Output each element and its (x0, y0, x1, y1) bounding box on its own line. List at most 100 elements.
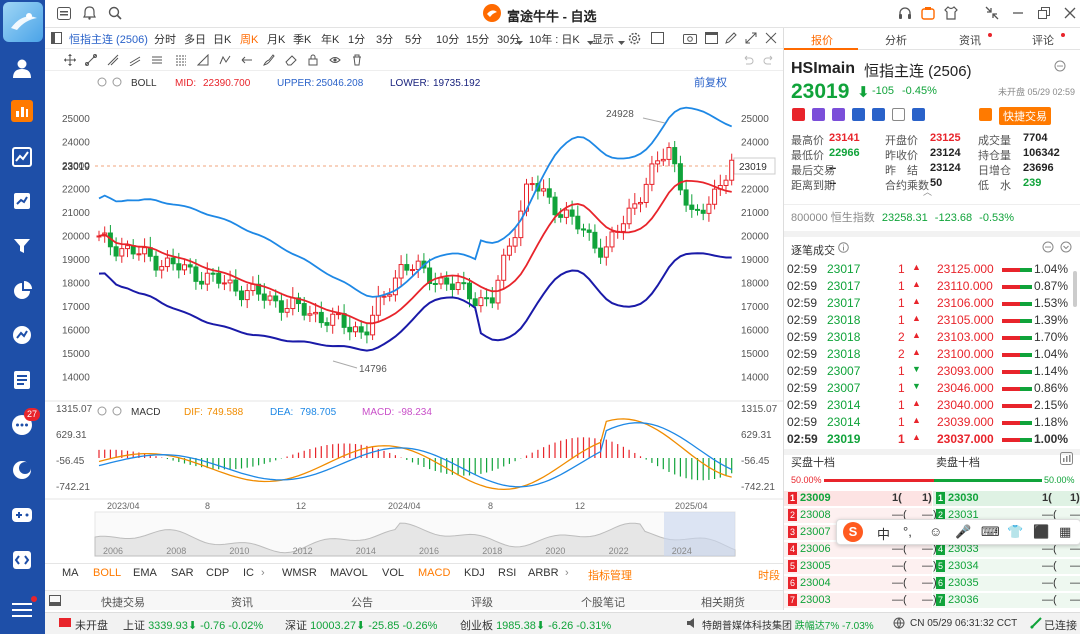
book-row[interactable]: 523005—(—)523034—(—) (784, 558, 1080, 575)
quote-tab-0[interactable]: 报价 (811, 32, 833, 48)
game-icon[interactable] (9, 502, 35, 528)
kline-chart[interactable]: BOLL MID: 22390.700 UPPER: 25046.208 LOW… (45, 71, 783, 561)
info-tab-1[interactable]: 资讯 (231, 594, 253, 610)
info-tab-2[interactable]: 公告 (351, 594, 373, 610)
ime-emoji-icon[interactable]: ☺ (929, 524, 942, 539)
indicator-sub-1[interactable]: MAVOL (330, 567, 368, 579)
cy-index[interactable]: 创业板 1985.38⬇ -6.26 -0.31% (460, 617, 611, 633)
tag-icon[interactable] (852, 108, 865, 121)
period-tab-11[interactable]: 15分 (466, 31, 489, 47)
indicator-main-2[interactable]: EMA (133, 567, 157, 579)
ticks-chevron-icon[interactable] (1060, 241, 1072, 256)
ime-keyboard-icon[interactable]: ⌨ (981, 524, 1000, 540)
indicator-manage[interactable]: 指标管理 (588, 567, 632, 583)
period-tab-4[interactable]: 月K (267, 31, 285, 47)
ime-punct-icon[interactable]: °, (903, 524, 912, 539)
news-icon[interactable] (9, 367, 35, 393)
delete-tool-icon[interactable] (351, 54, 363, 69)
indicator-main-5[interactable]: IC (243, 567, 254, 579)
undo-icon[interactable] (742, 54, 754, 69)
analysis-icon[interactable] (9, 322, 35, 348)
camera-icon[interactable] (683, 32, 697, 47)
skin-icon[interactable] (944, 6, 958, 23)
book-row[interactable]: 723003—(—)723036—(—) (784, 592, 1080, 609)
indicator-sub-4[interactable]: KDJ (464, 567, 485, 579)
ticks-info-icon[interactable] (838, 242, 849, 256)
pattern-tool-icon[interactable] (219, 54, 231, 69)
panel-toggle-icon[interactable] (51, 32, 62, 47)
display-dropdown-icon[interactable] (618, 36, 625, 48)
pie-chart-icon[interactable] (9, 278, 35, 304)
period-tab-10[interactable]: 10分 (436, 31, 459, 47)
indicator-main-next-icon[interactable]: › (261, 567, 265, 579)
indicator-sub-5[interactable]: RSI (498, 567, 516, 579)
period-tab-3[interactable]: 周K (240, 31, 258, 47)
info-tab-5[interactable]: 相关期货 (701, 594, 745, 610)
collapse-icon[interactable] (765, 32, 777, 47)
indicator-time[interactable]: 时段 (758, 567, 780, 583)
redo-icon[interactable] (763, 54, 775, 69)
indicator-sub-3[interactable]: MACD (418, 567, 450, 579)
indicator-sub-next-icon[interactable]: › (565, 567, 569, 579)
book-row[interactable]: 623004—(—)623035—(—) (784, 575, 1080, 592)
market-chart-icon[interactable] (9, 144, 35, 170)
ticks-more-icon[interactable] (1042, 241, 1054, 256)
more-icon[interactable] (1054, 60, 1066, 75)
user-icon[interactable] (9, 55, 35, 81)
search-icon[interactable] (108, 6, 122, 23)
pen-icon[interactable] (725, 32, 737, 47)
info-tab-4[interactable]: 个股笔记 (581, 594, 625, 610)
indicator-main-0[interactable]: MA (62, 567, 79, 579)
period-tab-9[interactable]: 5分 (405, 31, 422, 47)
period-tab-5[interactable]: 季K (293, 31, 311, 47)
period-tab-1[interactable]: 多日 (184, 31, 206, 47)
expand-icon[interactable] (745, 32, 757, 47)
indicator-sub-0[interactable]: WMSR (282, 567, 317, 579)
line-tool-icon[interactable] (85, 54, 97, 69)
ime-voice-icon[interactable]: 🎤 (955, 524, 971, 540)
period-more-dropdown-icon[interactable] (516, 36, 523, 48)
move-tool-icon[interactable] (63, 54, 77, 69)
indicator-sub-6[interactable]: ARBR (528, 567, 559, 579)
indicator-main-1[interactable]: BOLL (93, 567, 121, 579)
range-select[interactable]: 10年 : 日K (529, 31, 580, 47)
shrink-icon[interactable] (985, 6, 999, 23)
code-icon[interactable] (9, 547, 35, 573)
arrow-tool-icon[interactable] (241, 54, 253, 69)
chart-canvas[interactable]: BOLL MID: 22390.700 UPPER: 25046.208 LOW… (45, 71, 783, 561)
quote-tab-1[interactable]: 分析 (885, 32, 907, 48)
trade-icon[interactable] (9, 188, 35, 214)
ray-tool-icon[interactable] (107, 54, 119, 69)
bell-icon[interactable] (83, 6, 96, 23)
book-settings-icon[interactable] (1060, 452, 1073, 468)
sz-index[interactable]: 深证 10003.27⬇ -25.85 -0.26% (285, 617, 437, 633)
moon-icon[interactable] (9, 457, 35, 483)
layout-icon[interactable] (651, 32, 664, 47)
panel-collapse-icon[interactable] (49, 595, 61, 609)
alert-bell-icon[interactable] (979, 108, 992, 121)
wallet-icon[interactable] (921, 6, 935, 23)
quick-trade-button[interactable]: 快捷交易 (999, 107, 1051, 125)
index-row[interactable]: 800000 恒生指数 23258.31 -123.68 -0.53% (791, 209, 1014, 225)
headset-icon[interactable] (898, 6, 912, 23)
lock-tool-icon[interactable] (307, 54, 319, 69)
ime-chinese-icon[interactable]: 中 (877, 524, 890, 543)
app-logo[interactable] (3, 2, 43, 42)
period-tab-2[interactable]: 日K (213, 31, 231, 47)
window-icon[interactable] (705, 32, 718, 47)
display-select[interactable]: 显示 (592, 31, 614, 47)
news-ticker[interactable]: 特朗普媒体科技集团 跌幅达7% -7.03% (702, 617, 874, 632)
lightning-icon[interactable] (812, 108, 825, 121)
doc-icon[interactable] (892, 108, 905, 121)
info-tab-0[interactable]: 快捷交易 (101, 594, 145, 610)
chat-icon[interactable] (872, 108, 885, 121)
measure-tool-icon[interactable] (196, 53, 209, 69)
brush-tool-icon[interactable] (263, 54, 275, 69)
hide-tool-icon[interactable] (329, 54, 341, 69)
period-tab-6[interactable]: 年K (321, 31, 339, 47)
period-tab-8[interactable]: 3分 (376, 31, 393, 47)
restore-icon[interactable] (1037, 6, 1051, 23)
quote-tab-2[interactable]: 资讯 (959, 32, 981, 48)
minimize-icon[interactable] (1011, 6, 1025, 23)
ime-grid-icon[interactable]: ▦ (1059, 524, 1071, 540)
